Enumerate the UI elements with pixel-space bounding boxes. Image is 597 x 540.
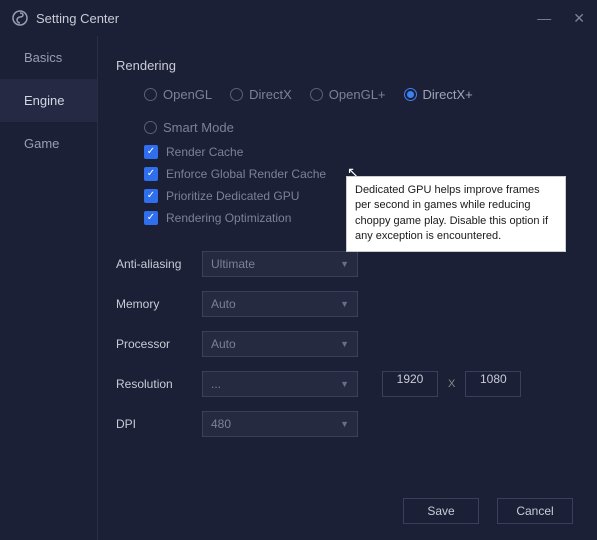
close-icon[interactable]: ✕ [573,10,585,27]
radio-openglplus[interactable]: OpenGL+ [310,87,386,102]
radio-directxplus[interactable]: DirectX+ [404,87,473,102]
checkbox-icon: ✓ [144,145,158,159]
radio-label: Smart Mode [163,120,234,135]
select-value: Ultimate [211,257,255,271]
sidebar-item-game[interactable]: Game [0,122,97,165]
main: Basics Engine Game Rendering OpenGL Dire… [0,36,597,540]
radio-label: DirectX+ [423,87,473,102]
window-title: Setting Center [36,11,537,26]
radio-circle-icon [310,88,323,101]
select-anti-aliasing[interactable]: Ultimate ▼ [202,251,358,277]
sidebar-item-basics[interactable]: Basics [0,36,97,79]
select-value: 480 [211,417,231,431]
cancel-button[interactable]: Cancel [497,498,573,524]
select-value: ... [211,377,221,391]
select-memory[interactable]: Auto ▼ [202,291,358,317]
sidebar-item-label: Game [24,136,59,151]
sidebar-item-label: Basics [24,50,62,65]
check-label: Enforce Global Render Cache [166,167,326,181]
row-dpi: DPI 480 ▼ [116,411,573,437]
check-label: Prioritize Dedicated GPU [166,189,299,203]
row-resolution: Resolution ... ▼ 1920 X 1080 [116,371,573,397]
row-memory: Memory Auto ▼ [116,291,573,317]
check-label: Render Cache [166,145,243,159]
save-button[interactable]: Save [403,498,479,524]
sidebar-item-engine[interactable]: Engine [0,79,97,122]
footer: Save Cancel [116,486,573,524]
radio-smartmode[interactable]: Smart Mode [144,120,234,135]
content: Rendering OpenGL DirectX OpenGL+ DirectX… [98,36,597,540]
checkbox-icon: ✓ [144,167,158,181]
renderer-radio-group: OpenGL DirectX OpenGL+ DirectX+ Smart Mo… [144,87,573,135]
check-render-cache[interactable]: ✓ Render Cache [144,145,573,159]
checkbox-icon: ✓ [144,211,158,225]
check-label: Rendering Optimization [166,211,291,225]
row-anti-aliasing: Anti-aliasing Ultimate ▼ [116,251,573,277]
select-dpi[interactable]: 480 ▼ [202,411,358,437]
window-controls: — ✕ [537,10,585,27]
sidebar: Basics Engine Game [0,36,98,540]
titlebar: Setting Center — ✕ [0,0,597,36]
chevron-down-icon: ▼ [340,379,349,389]
radio-circle-icon [144,88,157,101]
radio-label: DirectX [249,87,292,102]
label-dpi: DPI [116,417,202,431]
radio-directx[interactable]: DirectX [230,87,292,102]
section-title: Rendering [116,58,573,73]
label-memory: Memory [116,297,202,311]
minimize-icon[interactable]: — [537,10,551,27]
resolution-width-input[interactable]: 1920 [382,371,438,397]
resolution-inputs: 1920 X 1080 [382,371,521,397]
select-processor[interactable]: Auto ▼ [202,331,358,357]
tooltip: Dedicated GPU helps improve frames per s… [346,176,566,252]
chevron-down-icon: ▼ [340,419,349,429]
radio-circle-icon [230,88,243,101]
select-value: Auto [211,337,236,351]
chevron-down-icon: ▼ [340,299,349,309]
radio-opengl[interactable]: OpenGL [144,87,212,102]
radio-circle-icon [404,88,417,101]
select-resolution[interactable]: ... ▼ [202,371,358,397]
sidebar-item-label: Engine [24,93,64,108]
row-processor: Processor Auto ▼ [116,331,573,357]
resolution-height-input[interactable]: 1080 [465,371,521,397]
chevron-down-icon: ▼ [340,339,349,349]
chevron-down-icon: ▼ [340,259,349,269]
label-anti-aliasing: Anti-aliasing [116,257,202,271]
radio-label: OpenGL+ [329,87,386,102]
x-separator: X [448,378,455,390]
label-processor: Processor [116,337,202,351]
app-logo-icon [12,10,28,26]
radio-circle-icon [144,121,157,134]
select-value: Auto [211,297,236,311]
settings-block: Anti-aliasing Ultimate ▼ Memory Auto ▼ Pro… [116,251,573,451]
radio-label: OpenGL [163,87,212,102]
checkbox-icon: ✓ [144,189,158,203]
label-resolution: Resolution [116,377,202,391]
